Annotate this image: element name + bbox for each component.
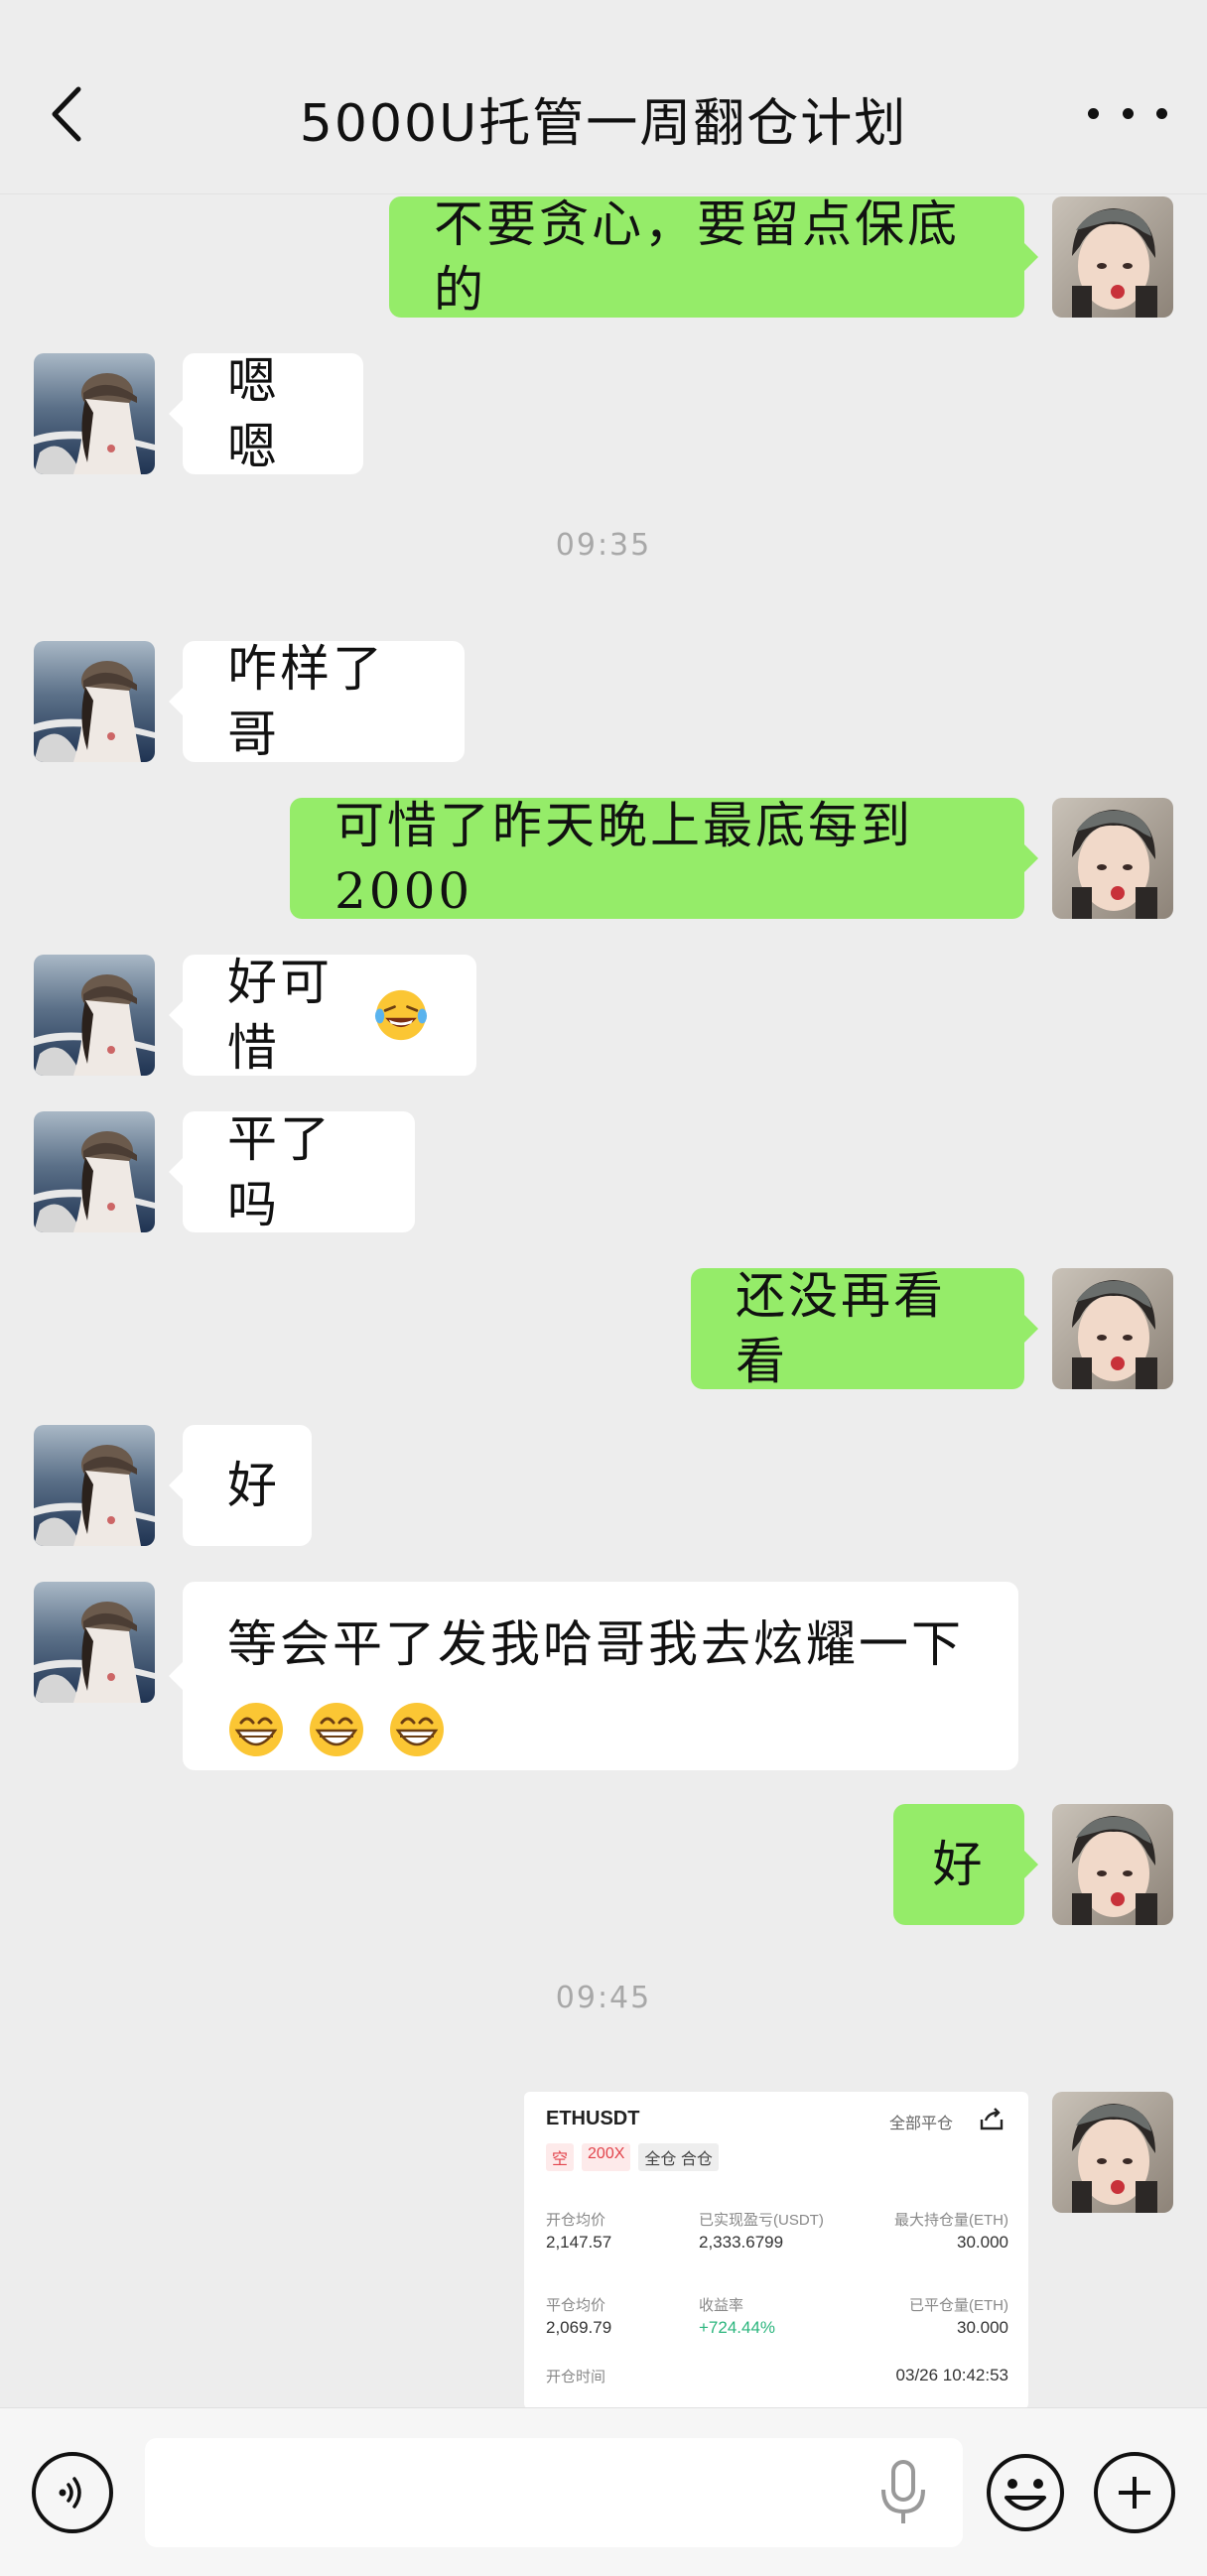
open-time-label: 开仓时间 bbox=[546, 2369, 606, 2385]
margin-mode-tag: 全仓 合仓 bbox=[638, 2143, 719, 2171]
closed-label: 已平仓量(ETH) bbox=[909, 2297, 1008, 2314]
message-bubble-outgoing[interactable]: 可惜了昨天晚上最底每到2000 bbox=[290, 797, 1038, 920]
close-avg-value: 2,069.79 bbox=[546, 2318, 612, 2337]
message-bubble-incoming[interactable]: 好 bbox=[169, 1425, 312, 1546]
chat-header: 5000U托管一周翻仓计划 bbox=[0, 0, 1207, 194]
message-bubble-incoming[interactable]: 嗯嗯 bbox=[169, 352, 363, 475]
more-icon[interactable] bbox=[1088, 83, 1167, 143]
message-text: 等会平了发我哈哥我去炫耀一下 bbox=[227, 1615, 964, 1673]
emoji-icon[interactable] bbox=[985, 2452, 1066, 2533]
plus-icon[interactable] bbox=[1094, 2452, 1175, 2533]
share-icon bbox=[980, 2108, 1004, 2130]
my-avatar[interactable] bbox=[1052, 1804, 1173, 1925]
timestamp: 09:45 bbox=[555, 1981, 652, 2015]
card-tags: 空 200X 全仓 合仓 bbox=[546, 2143, 719, 2171]
card-symbol: ETHUSDT bbox=[546, 2108, 640, 2129]
mic-icon[interactable] bbox=[873, 2458, 933, 2527]
contact-avatar[interactable] bbox=[34, 353, 155, 474]
contact-avatar[interactable] bbox=[34, 1425, 155, 1546]
message-bubble-outgoing[interactable]: 好 bbox=[893, 1804, 1038, 1925]
voice-icon[interactable] bbox=[32, 2452, 113, 2533]
emoji-row bbox=[227, 1693, 974, 1758]
closed-value: 30.000 bbox=[957, 2318, 1008, 2337]
open-avg-value: 2,147.57 bbox=[546, 2233, 612, 2252]
grinning-emoji-icon bbox=[389, 1703, 444, 1756]
my-avatar[interactable] bbox=[1052, 1268, 1173, 1389]
contact-avatar[interactable] bbox=[34, 1582, 155, 1703]
laughing-tears-emoji-icon bbox=[374, 989, 428, 1041]
realized-label: 已实现盈亏(USDT) bbox=[699, 2212, 824, 2229]
message-text: 好可惜 bbox=[227, 954, 333, 1077]
card-close-all: 全部平仓 bbox=[888, 2116, 953, 2132]
trade-screenshot-image[interactable]: ETHUSDT 全部平仓 空 200X 全仓 合仓 开仓均价 2,147.57 … bbox=[524, 2092, 1028, 2409]
close-avg-label: 平仓均价 bbox=[546, 2297, 606, 2314]
timestamp: 09:35 bbox=[555, 528, 652, 563]
roi-value: +724.44% bbox=[699, 2318, 776, 2337]
message-bubble-incoming[interactable]: 好可惜 bbox=[169, 954, 476, 1077]
my-avatar[interactable] bbox=[1052, 798, 1173, 919]
message-bubble-incoming[interactable]: 等会平了发我哈哥我去炫耀一下 bbox=[169, 1582, 1018, 1770]
open-avg-label: 开仓均价 bbox=[546, 2212, 606, 2229]
input-bar bbox=[0, 2407, 1207, 2576]
contact-avatar[interactable] bbox=[34, 1111, 155, 1232]
max-pos-label: 最大持仓量(ETH) bbox=[894, 2212, 1008, 2229]
message-input[interactable] bbox=[145, 2438, 963, 2547]
grinning-emoji-icon bbox=[309, 1703, 363, 1756]
realized-value: 2,333.6799 bbox=[699, 2233, 784, 2252]
message-bubble-outgoing[interactable]: 不要贪心，要留点保底的 bbox=[389, 195, 1038, 319]
message-bubble-outgoing[interactable]: 还没再看看 bbox=[691, 1267, 1038, 1390]
grinning-emoji-icon bbox=[229, 1703, 283, 1756]
message-bubble-incoming[interactable]: 咋样了哥 bbox=[169, 640, 465, 763]
my-avatar[interactable] bbox=[1052, 196, 1173, 318]
leverage-tag: 200X bbox=[582, 2143, 631, 2171]
open-time-value: 03/26 10:42:53 bbox=[895, 2366, 1008, 2384]
contact-avatar[interactable] bbox=[34, 641, 155, 762]
my-avatar[interactable] bbox=[1052, 2092, 1173, 2213]
roi-label: 收益率 bbox=[699, 2297, 744, 2314]
chat-title: 5000U托管一周翻仓计划 bbox=[299, 94, 908, 154]
contact-avatar[interactable] bbox=[34, 955, 155, 1076]
side-tag: 空 bbox=[546, 2143, 575, 2171]
message-bubble-incoming[interactable]: 平了吗 bbox=[169, 1110, 415, 1233]
max-pos-value: 30.000 bbox=[957, 2233, 1008, 2252]
